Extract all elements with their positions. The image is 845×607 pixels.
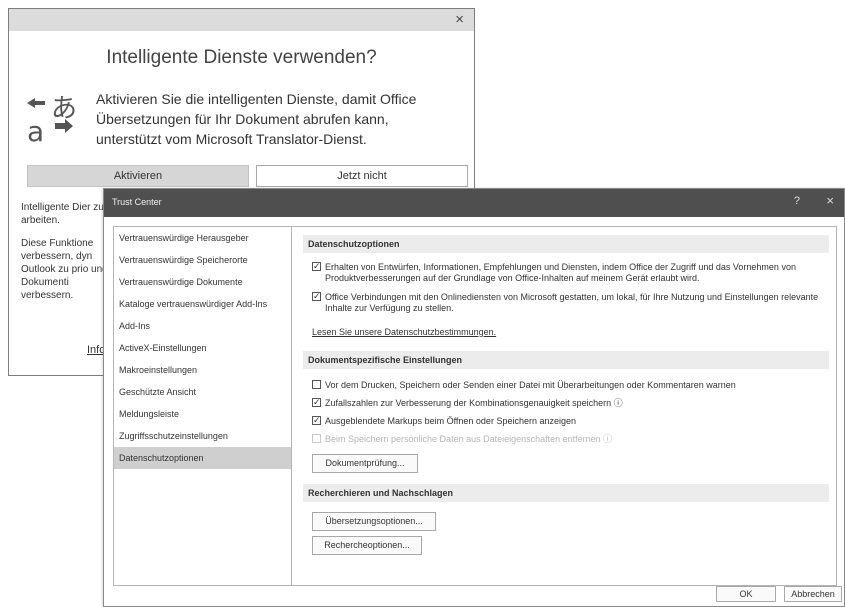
nav-item-privacy-options[interactable]: Datenschutzoptionen [114, 447, 291, 469]
trust-center-dialog: Trust Center ? × Vertrauenswürdige Herau… [103, 188, 845, 607]
dialog-title: Trust Center [112, 197, 162, 207]
nav-item-access-protection[interactable]: Zugriffsschutzeinstellungen [114, 425, 291, 447]
title-bar: × [9, 9, 474, 31]
doc-option-warn: Vor dem Drucken, Speichern oder Senden e… [312, 380, 830, 391]
checkbox-label: Ausgeblendete Markups beim Öffnen oder S… [325, 416, 576, 426]
nav-item-trusted-publishers[interactable]: Vertrauenswürdige Herausgeber [114, 227, 291, 249]
svg-text:a: a [27, 115, 44, 145]
privacy-statement-link[interactable]: Lesen Sie unsere Datenschutzbestimmungen… [312, 327, 496, 337]
privacy-option-online: ✓ Office Verbindungen mit den Onlinedien… [312, 292, 830, 314]
research-options-button[interactable]: Rechercheoptionen... [312, 536, 422, 555]
section-header-privacy: Datenschutzoptionen [303, 235, 829, 253]
dialog-message: Aktivieren Sie die intelligenten Dienste… [96, 91, 417, 147]
ok-button[interactable]: OK [716, 586, 776, 602]
nav-item-message-bar[interactable]: Meldungsleiste [114, 403, 291, 425]
document-inspector-button[interactable]: Dokumentprüfung... [312, 454, 418, 473]
not-now-button[interactable]: Jetzt nicht [256, 165, 468, 187]
nav-item-trusted-documents[interactable]: Vertrauenswürdige Dokumente [114, 271, 291, 293]
nav-item-trusted-locations[interactable]: Vertrauenswürdige Speicherorte [114, 249, 291, 271]
cancel-button[interactable]: Abbrechen [784, 586, 842, 602]
checkbox-label: Beim Speichern persönliche Daten aus Dat… [325, 434, 613, 444]
nav-item-addins[interactable]: Add-Ins [114, 315, 291, 337]
doc-option-remove-personal-info: Beim Speichern persönliche Daten aus Dat… [312, 434, 830, 445]
doc-option-hidden-markup: ✓ Ausgeblendete Markups beim Öffnen oder… [312, 416, 830, 427]
translation-options-button[interactable]: Übersetzungsoptionen... [312, 512, 436, 531]
checkbox[interactable]: ✓ [312, 262, 321, 271]
info-paragraph-2: Diese Funktione verbessern, dyn Outlook … [21, 238, 108, 301]
nav-item-protected-view[interactable]: Geschützte Ansicht [114, 381, 291, 403]
doc-option-random-numbers: ✓ Zufallszahlen zur Verbesserung der Kom… [312, 398, 830, 409]
checkbox-label: Office Verbindungen mit den Onlinedienst… [325, 292, 819, 313]
checkbox-label: Erhalten von Entwürfen, Informationen, E… [325, 262, 796, 283]
privacy-option-content: ✓ Erhalten von Entwürfen, Informationen,… [312, 262, 830, 284]
section-header-document: Dokumentspezifische Einstellungen [303, 351, 829, 369]
help-icon[interactable]: ? [794, 195, 800, 207]
close-icon[interactable]: × [455, 11, 464, 28]
checkbox[interactable]: ✓ [312, 398, 321, 407]
checkbox[interactable]: ✓ [312, 416, 321, 425]
nav-item-macros[interactable]: Makroeinstellungen [114, 359, 291, 381]
info-paragraph-1: Intelligente Dier zu arbeiten. [21, 202, 104, 226]
activate-button[interactable]: Aktivieren [27, 165, 249, 187]
settings-panel: Datenschutzoptionen ✓ Erhalten von Entwü… [291, 226, 837, 586]
category-nav: Vertrauenswürdige Herausgeber Vertrauens… [113, 226, 292, 586]
close-icon[interactable]: × [826, 193, 834, 208]
dialog-title: Intelligente Dienste verwenden? [106, 47, 377, 68]
checkbox[interactable]: ✓ [312, 292, 321, 301]
checkbox-label: Vor dem Drucken, Speichern oder Senden e… [325, 380, 736, 390]
nav-item-trusted-addin-catalogs[interactable]: Kataloge vertrauenswürdiger Add-Ins [114, 293, 291, 315]
svg-text:あ: あ [51, 94, 77, 124]
checkbox[interactable] [312, 380, 321, 389]
checkbox [312, 434, 321, 443]
section-header-research: Recherchieren und Nachschlagen [303, 484, 829, 502]
title-bar: Trust Center ? × [104, 189, 844, 217]
translate-icon: あ a [25, 93, 91, 148]
checkbox-label: Zufallszahlen zur Verbesserung der Kombi… [325, 398, 623, 408]
nav-item-activex[interactable]: ActiveX-Einstellungen [114, 337, 291, 359]
